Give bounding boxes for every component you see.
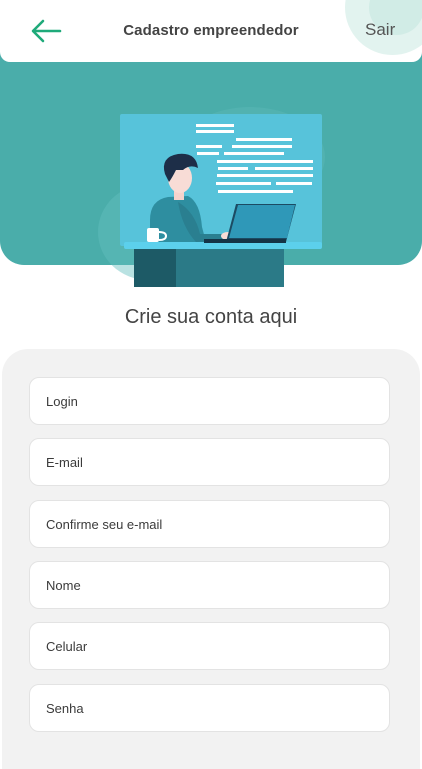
person-at-laptop-illustration	[98, 107, 325, 287]
create-account-heading: Crie sua conta aqui	[124, 306, 298, 328]
app-header: Cadastro empreendedor Sair	[0, 0, 422, 62]
password-field[interactable]	[29, 684, 390, 732]
phone-field[interactable]	[29, 622, 390, 670]
confirm-email-field[interactable]	[29, 500, 390, 548]
email-field[interactable]	[29, 438, 390, 486]
name-field[interactable]	[29, 561, 390, 609]
page-title: Cadastro empreendedor	[123, 22, 299, 39]
exit-button[interactable]: Sair	[365, 20, 395, 40]
login-field[interactable]	[29, 377, 390, 425]
